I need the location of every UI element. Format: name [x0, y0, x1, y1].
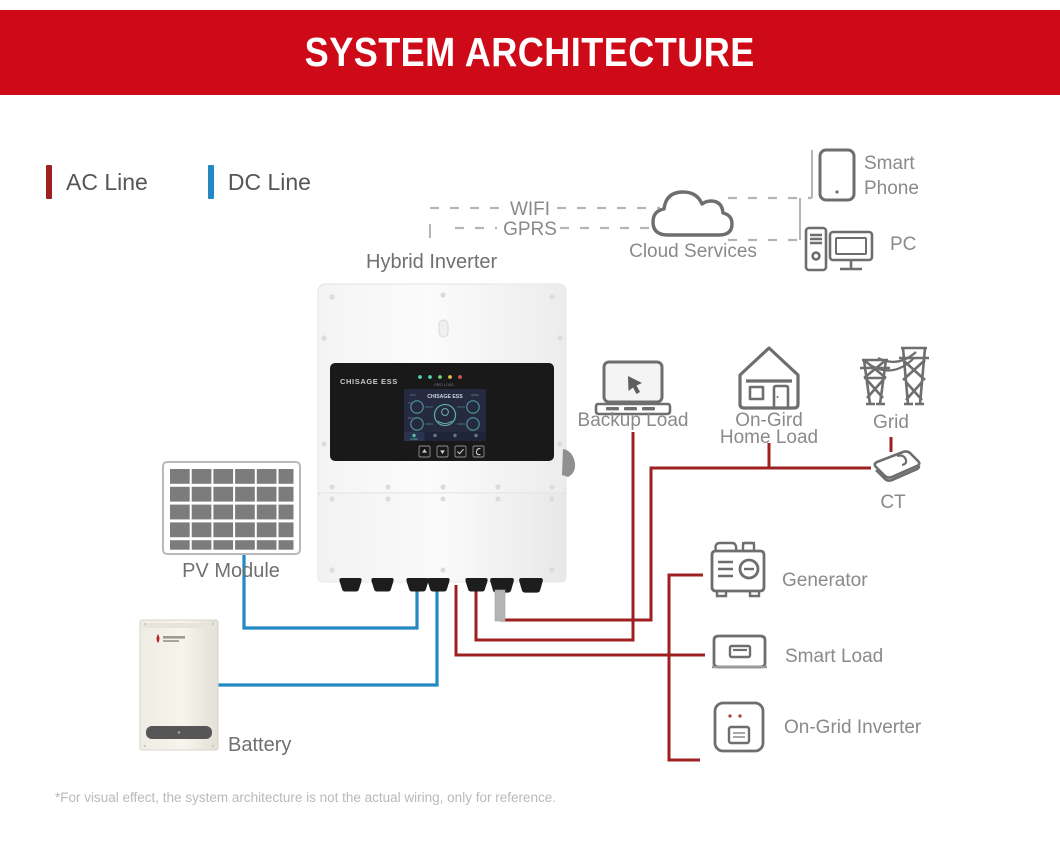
cloud-icon: [651, 190, 734, 237]
inverter-lcd-screen[interactable]: CHISAGE ESS PV1 GRID PV BAT HOME: [404, 389, 486, 441]
inverter-side-tab: [562, 449, 576, 477]
inverter-gray-cable: [494, 589, 506, 622]
home-load[interactable]: On-Gird Home Load: [720, 346, 818, 448]
svg-text:GRID LOAD: GRID LOAD: [434, 383, 454, 387]
smart-load[interactable]: Smart Load: [712, 634, 883, 669]
svg-text:CHISAGE ESS: CHISAGE ESS: [427, 394, 463, 400]
generator-label: Generator: [782, 570, 868, 591]
inverter-brand: CHISAGE ESS: [340, 377, 398, 386]
svg-text:PV1: PV1: [410, 393, 416, 397]
battery[interactable]: Battery: [139, 619, 291, 756]
backup-load[interactable]: Backup Load: [578, 360, 689, 431]
smart-load-label: Smart Load: [785, 646, 883, 667]
pc[interactable]: PC: [804, 226, 916, 272]
ongrid-inverter[interactable]: On-Grid Inverter: [713, 701, 922, 753]
grid-label: Grid: [873, 412, 909, 433]
hybrid-inverter[interactable]: Hybrid Inverter CHISAGE ESS GRID LOAD CH…: [317, 251, 576, 622]
ct-label: CT: [880, 492, 906, 513]
generator[interactable]: Generator: [710, 541, 868, 598]
inverter-connectors: [339, 578, 543, 622]
ct[interactable]: CT: [873, 450, 921, 513]
desktop-pc-icon: [804, 226, 874, 272]
smart-phone-label-line2: Phone: [864, 178, 919, 199]
smart-load-icon: [712, 634, 767, 669]
laptop-icon: [594, 360, 672, 416]
generator-icon: [710, 541, 766, 598]
grid[interactable]: Grid: [860, 346, 929, 433]
backup-load-label: Backup Load: [578, 410, 689, 431]
communication-vertical-stubs: [429, 150, 813, 240]
svg-text:PV: PV: [408, 401, 412, 405]
pv-module-label: PV Module: [182, 560, 280, 582]
home-load-label-line2: Home Load: [720, 427, 818, 448]
footer-disclaimer: *For visual effect, the system architect…: [55, 790, 556, 805]
gprs-label: GPRS: [503, 219, 557, 240]
wifi-label: WIFI: [510, 199, 550, 220]
svg-text:GRID: GRID: [471, 393, 480, 397]
battery-label: Battery: [228, 734, 291, 756]
pc-label: PC: [890, 234, 916, 255]
system-architecture-diagram: PV Module Battery Hybrid Inverter CHISAG…: [139, 148, 929, 762]
pv-module[interactable]: PV Module: [162, 461, 301, 582]
current-transformer-icon: [873, 450, 921, 482]
svg-text:HOME: HOME: [410, 437, 418, 441]
inverter-handle: [438, 319, 449, 338]
communication-links: [430, 196, 812, 242]
dc-line-battery-to-inverter: [186, 585, 439, 687]
smart-phone-label-line1: Smart: [864, 153, 915, 174]
transmission-tower-icon: [860, 346, 929, 406]
svg-text:BAT: BAT: [408, 416, 413, 420]
smart-phone[interactable]: Smart Phone: [818, 148, 919, 202]
ongrid-inverter-label: On-Grid Inverter: [784, 717, 922, 738]
hybrid-inverter-label: Hybrid Inverter: [366, 251, 497, 273]
house-icon: [738, 346, 800, 410]
cloud-services-label: Cloud Services: [629, 241, 757, 262]
ac-line-generator: [667, 573, 703, 762]
ongrid-inverter-icon: [713, 701, 765, 753]
